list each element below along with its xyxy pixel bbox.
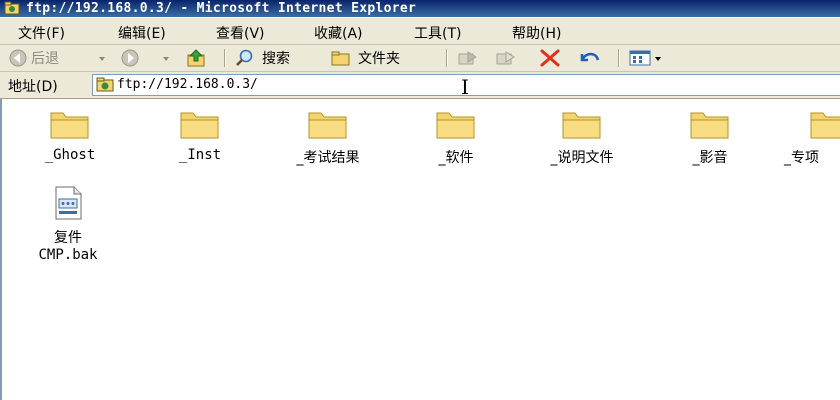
- address-bar: 地址(D): [0, 72, 840, 99]
- folder-icon: [808, 107, 840, 145]
- menu-file[interactable]: 文件(F): [18, 23, 65, 43]
- folders-label: 文件夹: [358, 51, 400, 67]
- backup-file-icon: [28, 185, 108, 225]
- menu-favorites[interactable]: 收藏(A): [314, 23, 363, 43]
- views-grid-icon: [628, 48, 654, 68]
- menu-edit[interactable]: 编辑(E): [118, 23, 166, 43]
- menu-tools[interactable]: 工具(T): [414, 23, 461, 43]
- folder-label: _影音: [692, 150, 728, 166]
- folder-label: _Inst: [178, 147, 222, 163]
- folder-icon: [416, 107, 496, 145]
- copy-to-button[interactable]: [494, 48, 518, 68]
- ftp-folder-icon: [96, 76, 114, 96]
- chevron-down-icon: [98, 48, 106, 68]
- folder-label: _Ghost: [44, 147, 96, 163]
- chevron-down-icon: [162, 48, 170, 68]
- folder-icon: [288, 107, 368, 145]
- chevron-down-icon: [654, 48, 662, 68]
- folder-label: _考试结果: [296, 150, 360, 166]
- toolbar: 后退 搜索 文件夹: [0, 45, 840, 72]
- folder-item[interactable]: _影音: [670, 107, 750, 167]
- menu-view[interactable]: 查看(V): [216, 23, 265, 43]
- folder-icon: [670, 107, 750, 145]
- delete-x-icon: [538, 48, 562, 68]
- up-folder-button[interactable]: [186, 48, 208, 68]
- search-icon: [234, 48, 256, 68]
- file-item[interactable]: 复件 CMP.bak: [28, 185, 108, 263]
- title-bar: ftp://192.168.0.3/ - Microsoft Internet …: [0, 0, 840, 17]
- back-dropdown[interactable]: [98, 48, 106, 68]
- views-button[interactable]: [628, 48, 662, 68]
- move-to-button[interactable]: [456, 48, 480, 68]
- search-label: 搜索: [262, 51, 290, 67]
- copy-to-icon: [494, 48, 518, 68]
- up-folder-icon: [186, 48, 208, 68]
- menu-help[interactable]: 帮助(H): [512, 23, 561, 43]
- back-label: 后退: [31, 51, 59, 67]
- forward-dropdown[interactable]: [162, 48, 170, 68]
- forward-arrow-icon: [120, 48, 140, 68]
- window-title: ftp://192.168.0.3/ - Microsoft Internet …: [26, 1, 417, 16]
- menu-bar: 文件(F) 编辑(E) 查看(V) 收藏(A) 工具(T) 帮助(H): [0, 18, 840, 45]
- folder-item[interactable]: _专项: [780, 107, 840, 167]
- folder-item[interactable]: _Ghost: [30, 107, 110, 163]
- folder-label: _软件: [438, 150, 474, 166]
- file-view: _Ghost _Inst _考试结果 _软件 _说明文件 _影音 _专项 复件 …: [0, 99, 840, 400]
- folder-icon: [30, 107, 110, 145]
- folder-icon: [542, 107, 622, 145]
- folder-item[interactable]: _软件: [416, 107, 496, 167]
- move-to-icon: [456, 48, 480, 68]
- forward-button[interactable]: [120, 48, 140, 68]
- address-label: 地址(D): [8, 79, 58, 95]
- undo-icon: [576, 48, 602, 68]
- file-label-line1: 复件: [54, 230, 82, 246]
- folder-item[interactable]: _Inst: [160, 107, 240, 163]
- folder-label: _说明文件: [550, 150, 614, 166]
- folder-label: _专项: [784, 150, 819, 166]
- back-arrow-icon: [8, 48, 28, 68]
- folder-icon: [330, 48, 352, 68]
- text-cursor-icon: I: [461, 75, 469, 99]
- ftp-folder-icon: [4, 1, 20, 15]
- back-button[interactable]: 后退: [8, 48, 59, 68]
- folder-icon: [160, 107, 240, 145]
- file-label-line2: CMP.bak: [38, 247, 98, 263]
- folder-item[interactable]: _考试结果: [288, 107, 368, 167]
- delete-button[interactable]: [538, 48, 562, 68]
- undo-button[interactable]: [576, 48, 602, 68]
- folders-button[interactable]: 文件夹: [330, 48, 400, 68]
- folder-item[interactable]: _说明文件: [542, 107, 622, 167]
- search-button[interactable]: 搜索: [234, 48, 290, 68]
